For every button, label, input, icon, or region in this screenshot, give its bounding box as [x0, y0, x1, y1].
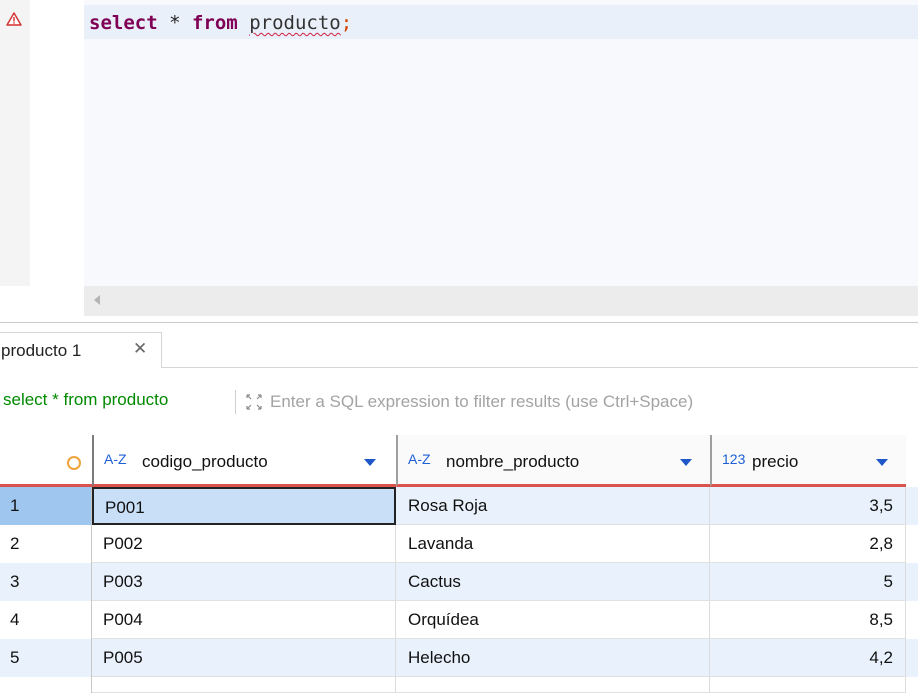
sql-space — [238, 12, 249, 34]
table-row[interactable]: 5 P005 Helecho 4,2 — [0, 639, 918, 677]
table-row[interactable]: 4 P004 Orquídea 8,5 — [0, 601, 918, 639]
filter-separator — [235, 390, 236, 414]
table-cell-nombre-producto[interactable]: Helecho — [396, 639, 710, 677]
expand-icon[interactable] — [244, 392, 264, 412]
row-number[interactable]: 1 — [0, 487, 92, 525]
row-number-header[interactable] — [0, 435, 92, 487]
column-name: nombre_producto — [446, 452, 580, 471]
table-cell-precio[interactable]: 4,2 — [710, 639, 906, 677]
table-cell-codigo-producto[interactable]: P002 — [92, 525, 396, 563]
row-number[interactable]: 3 — [0, 563, 92, 601]
table-cell-precio[interactable]: 2,8 — [710, 525, 906, 563]
filter-bar: select * from producto — [0, 385, 918, 419]
sql-table-name: producto — [249, 12, 341, 34]
sql-keyword-from: from — [191, 12, 238, 34]
tab-results-producto[interactable]: producto 1 ✕ — [0, 332, 162, 368]
sql-editor[interactable]: select * from producto; — [0, 0, 918, 318]
table-row[interactable]: 2 P002 Lavanda 2,8 — [0, 525, 918, 563]
table-cell-nombre-producto[interactable]: Rosa Roja — [396, 487, 710, 525]
tab-label: producto 1 — [1, 341, 82, 360]
table-cell-codigo-producto[interactable]: P004 — [92, 601, 396, 639]
sql-keyword-select: select — [89, 12, 158, 34]
column-name: precio — [752, 452, 799, 471]
editor-ruler — [30, 0, 85, 286]
select-all-circle-icon[interactable] — [67, 456, 81, 470]
chevron-down-icon[interactable] — [876, 459, 888, 466]
editor-gutter — [0, 0, 30, 286]
table-row-partial — [0, 677, 918, 693]
panel-divider[interactable] — [0, 322, 918, 323]
row-number[interactable]: 2 — [0, 525, 92, 563]
close-icon[interactable]: ✕ — [133, 339, 147, 359]
table-cell-precio[interactable]: 5 — [710, 563, 906, 601]
chevron-down-icon[interactable] — [364, 459, 376, 466]
table-cell-precio — [710, 677, 906, 693]
column-header-codigo-producto[interactable]: A-Z codigo_producto — [92, 435, 396, 487]
table-cell-nombre-producto[interactable]: Lavanda — [396, 525, 710, 563]
table-cell-precio[interactable]: 8,5 — [710, 601, 906, 639]
sql-semicolon: ; — [340, 12, 353, 34]
table-cell-nombre-producto[interactable]: Cactus — [396, 563, 710, 601]
active-query-label[interactable]: select * from producto — [3, 390, 168, 410]
chevron-down-icon[interactable] — [680, 459, 692, 466]
scroll-left-arrow-icon[interactable] — [94, 295, 100, 305]
horizontal-scrollbar[interactable] — [84, 286, 918, 316]
code-area[interactable]: select * from producto; — [84, 0, 918, 286]
row-number — [0, 677, 92, 693]
results-grid: A-Z codigo_producto A-Z nombre_producto … — [0, 435, 918, 693]
table-row[interactable]: 1 P001 Rosa Roja 3,5 — [0, 487, 918, 525]
sql-statement[interactable]: select * from producto; — [89, 11, 352, 35]
table-cell-precio[interactable]: 3,5 — [710, 487, 906, 525]
tab-bar-divider — [162, 367, 918, 368]
table-cell-nombre-producto[interactable]: Orquídea — [396, 601, 710, 639]
column-header-precio[interactable]: 123 precio — [710, 435, 906, 487]
row-number[interactable]: 5 — [0, 639, 92, 677]
number-type-icon: 123 — [722, 451, 746, 467]
sql-star: * — [157, 12, 192, 34]
table-cell-nombre-producto — [396, 677, 710, 693]
filter-input[interactable] — [268, 387, 910, 417]
table-row[interactable]: 3 P003 Cactus 5 — [0, 563, 918, 601]
table-cell-codigo-producto[interactable]: P001 — [92, 487, 396, 525]
table-cell-codigo-producto[interactable]: P005 — [92, 639, 396, 677]
table-cell-codigo-producto[interactable]: P003 — [92, 563, 396, 601]
warning-icon[interactable] — [6, 11, 22, 27]
table-cell-codigo-producto — [92, 677, 396, 693]
text-type-icon: A-Z — [104, 451, 127, 467]
column-header-nombre-producto[interactable]: A-Z nombre_producto — [396, 435, 710, 487]
text-type-icon: A-Z — [408, 451, 431, 467]
row-number[interactable]: 4 — [0, 601, 92, 639]
column-name: codigo_producto — [142, 452, 268, 471]
